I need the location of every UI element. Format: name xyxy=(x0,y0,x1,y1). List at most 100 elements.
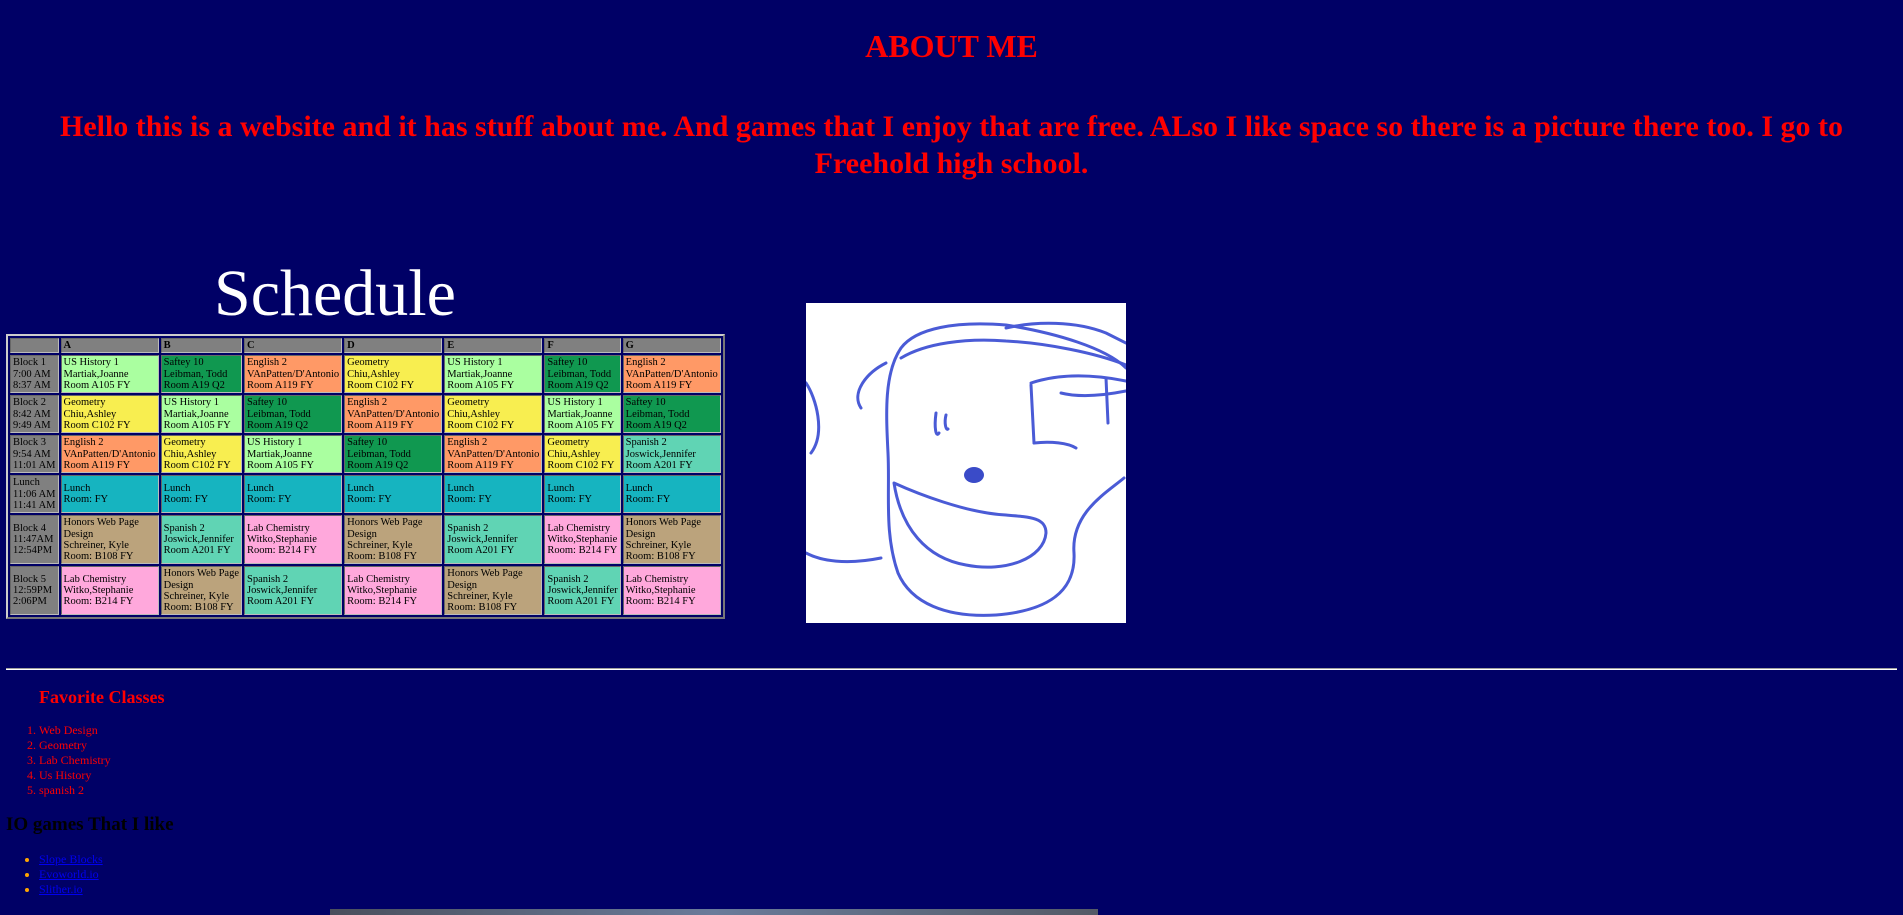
io-games-list: Slope Blocks Evoworld.io Slither.io xyxy=(0,852,103,897)
space-picture xyxy=(330,909,1098,915)
schedule-class-cell: Spanish 2 Joswick,Jennifer Room A201 FY xyxy=(444,515,543,565)
schedule-class-cell: Lunch Room: FY xyxy=(344,475,443,514)
schedule-class-cell: Saftey 10 Leibman, Todd Room A19 Q2 xyxy=(344,435,443,474)
block-label-line: Block 2 xyxy=(13,397,46,409)
class-cell-line: Witko,Stephanie xyxy=(547,534,618,546)
class-cell-line: Geometry xyxy=(447,397,490,409)
schedule-class-cell: English 2 VAnPatten/D'Antonio Room A119 FY xyxy=(444,435,543,474)
class-cell-line: Room A19 Q2 xyxy=(247,419,309,431)
intro-text: Hello this is a website and it has stuff… xyxy=(59,110,1843,180)
table-row: Block 4 11:47AM 12:54PM Honors Web Page Desi… xyxy=(10,515,721,565)
favorite-classes-list: Web Design Geometry Lab Chemistry Us His… xyxy=(0,723,111,798)
class-cell-line: Room: FY xyxy=(447,494,492,506)
schedule-class-cell: Lunch Room: FY xyxy=(160,475,242,514)
schedule-class-cell: Saftey 10 Leibman, Todd Room A19 Q2 xyxy=(622,395,721,434)
schedule-class-cell: US History 1 Martiak,Joanne Room A105 FY xyxy=(160,395,242,434)
schedule-class-cell: English 2 VAnPatten/D'Antonio Room A119 FY xyxy=(344,395,443,434)
block-label-line: 11:47AM xyxy=(13,534,54,546)
class-cell-line: Room: B214 FY xyxy=(625,596,696,608)
list-item: Slope Blocks xyxy=(39,852,103,867)
class-cell-line: Room: FY xyxy=(347,494,392,506)
class-cell-line: Witko,Stephanie xyxy=(247,534,317,546)
schedule-column-header: E xyxy=(444,338,543,354)
class-cell-line: English 2 xyxy=(247,357,287,369)
class-cell-line: Geometry xyxy=(163,437,206,449)
class-cell-line: Room: B108 FY xyxy=(163,601,234,613)
block-label-line: Block 5 xyxy=(13,573,46,585)
schedule-column-header: F xyxy=(544,338,621,354)
class-cell-line: Saftey 10 xyxy=(625,397,666,409)
io-games-title: IO games That I like xyxy=(6,814,174,835)
class-cell-line: Saftey 10 xyxy=(347,437,388,449)
game-link-slither[interactable]: Slither.io xyxy=(39,882,83,896)
game-link-evoworld[interactable]: Evoworld.io xyxy=(39,867,99,881)
class-cell-line: Room A105 FY xyxy=(247,459,315,471)
schedule-class-cell: English 2 VAnPatten/D'Antonio Room A119 FY xyxy=(622,355,721,394)
schedule-class-cell: US History 1 Martiak,Joanne Room A105 FY xyxy=(444,355,543,394)
schedule-column-header: G xyxy=(622,338,721,354)
schedule-class-cell: Lab Chemistry Witko,Stephanie Room: B214 F… xyxy=(622,566,721,616)
table-row: Block 2 8:42 AM 9:49 AM Geometry Chiu,Ashley… xyxy=(10,395,721,434)
class-cell-line: Schreiner, Kyle xyxy=(347,539,413,551)
schedule-class-cell: Geometry Chiu,Ashley Room C102 FY xyxy=(160,435,242,474)
class-cell-line: Room: B214 FY xyxy=(547,545,618,557)
class-cell-line: Room A201 FY xyxy=(547,596,615,608)
schedule-class-cell: Geometry Chiu,Ashley Room C102 FY xyxy=(544,435,621,474)
schedule-class-cell: Saftey 10 Leibman, Todd Room A19 Q2 xyxy=(244,395,343,434)
doodle-face-drawing xyxy=(806,321,1126,617)
class-cell-line: Room A19 Q2 xyxy=(163,379,225,391)
class-cell-line: Joswick,Jennifer xyxy=(247,585,318,597)
class-cell-line: Room C102 FY xyxy=(347,379,415,391)
class-cell-line: English 2 xyxy=(347,397,388,409)
class-cell-line: Lab Chemistry xyxy=(347,573,410,585)
class-cell-line: Leibman, Todd xyxy=(247,408,311,420)
class-cell-line: Lunch xyxy=(347,483,374,494)
class-cell-line: Leibman, Todd xyxy=(547,368,612,380)
class-cell-line: Schreiner, Kyle xyxy=(63,539,129,551)
schedule-class-cell: Saftey 10 Leibman, Todd Room A19 Q2 xyxy=(544,355,621,394)
game-link-slope-blocks[interactable]: Slope Blocks xyxy=(39,852,103,866)
schedule-class-cell: Spanish 2 Joswick,Jennifer Room A201 FY xyxy=(622,435,721,474)
schedule-class-cell: Lunch Room: FY xyxy=(444,475,543,514)
class-cell-line: Lab Chemistry xyxy=(247,522,310,534)
class-cell-line: Room C102 FY xyxy=(447,419,515,431)
class-cell-line: Room A119 FY xyxy=(63,459,131,471)
class-cell-line: Geometry xyxy=(347,357,390,369)
class-cell-line: Geometry xyxy=(547,437,590,449)
class-cell-line: Geometry xyxy=(63,397,106,409)
class-cell-line: Witko,Stephanie xyxy=(347,585,417,597)
class-cell-line: Design xyxy=(63,528,94,540)
list-item: Lab Chemistry xyxy=(39,753,111,768)
class-cell-line: Chiu,Ashley xyxy=(347,368,400,380)
class-cell-line: Honors Web Page xyxy=(163,568,239,580)
block-label-line: 12:59PM xyxy=(13,585,53,597)
class-cell-line: Lunch xyxy=(63,483,91,494)
class-cell-line: Spanish 2 xyxy=(163,522,205,534)
class-cell-line: Spanish 2 xyxy=(547,573,589,585)
class-cell-line: Room A201 FY xyxy=(163,545,231,557)
schedule-class-cell: Lab Chemistry Witko,Stephanie Room: B214 F… xyxy=(544,515,621,565)
class-cell-line: Room: FY xyxy=(63,494,109,506)
list-item: Web Design xyxy=(39,723,111,738)
class-cell-line: Design xyxy=(347,528,377,540)
schedule-class-cell: Lunch Room: FY xyxy=(544,475,621,514)
schedule-class-cell: US History 1 Martiak,Joanne Room A105 FY xyxy=(544,395,621,434)
schedule-class-cell: Honors Web Page Design Schreiner, Kyle Room… xyxy=(60,515,159,565)
block-label-line: 11:06 AM xyxy=(13,488,56,500)
schedule-class-cell: Lunch Room: FY xyxy=(244,475,343,514)
schedule-class-cell: English 2 VAnPatten/D'Antonio Room A119 FY xyxy=(244,355,343,394)
class-cell-line: English 2 xyxy=(625,357,666,369)
block-label-line: 8:42 AM xyxy=(13,408,51,420)
class-cell-line: Design xyxy=(163,579,194,591)
class-cell-line: VAnPatten/D'Antonio xyxy=(247,368,340,380)
class-cell-line: Room A119 FY xyxy=(447,459,514,471)
class-cell-line: Joswick,Jennifer xyxy=(447,534,518,546)
class-cell-line: Room A105 FY xyxy=(63,379,131,391)
list-item: Geometry xyxy=(39,738,111,753)
about-title: ABOUT ME xyxy=(865,28,1038,64)
schedule-class-cell: Lunch Room: FY xyxy=(622,475,721,514)
schedule-title: Schedule xyxy=(214,257,456,330)
class-cell-line: Room A201 FY xyxy=(625,459,693,471)
list-item: Evoworld.io xyxy=(39,867,103,882)
class-cell-line: Joswick,Jennifer xyxy=(163,534,234,546)
